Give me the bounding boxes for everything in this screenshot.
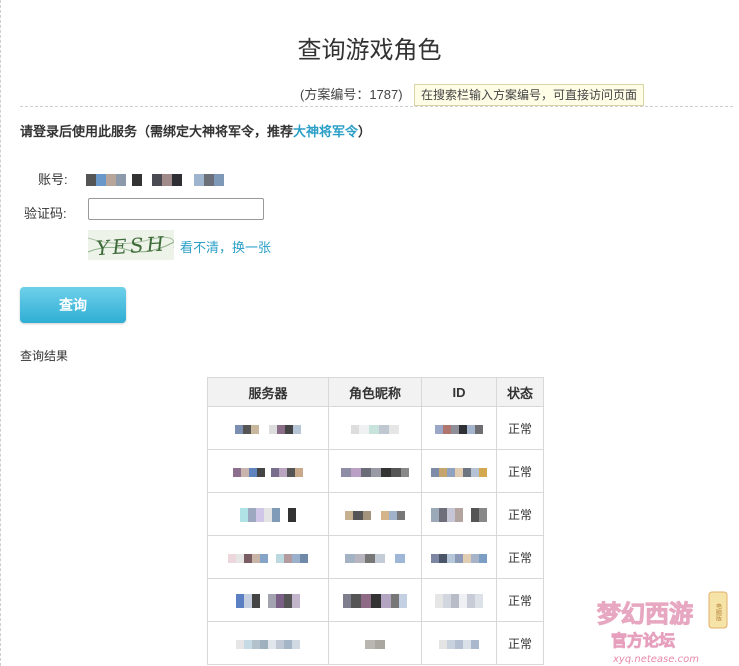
table-row: 正常: [207, 535, 544, 579]
server-cell-masked: [207, 535, 329, 579]
server-cell-masked: [207, 449, 329, 493]
nickname-cell-masked: [328, 492, 422, 536]
nickname-cell-masked: [328, 578, 422, 622]
logo-sub-text: 官方论坛: [611, 631, 675, 650]
dashen-link[interactable]: 大神将军令: [293, 124, 358, 139]
server-cell-masked: [207, 578, 329, 622]
nickname-cell-masked: [328, 406, 422, 450]
table-row: 正常: [207, 449, 544, 493]
status-cell: 正常: [496, 578, 544, 622]
notice-suffix: ）: [358, 124, 372, 139]
nickname-cell-masked: [328, 449, 422, 493]
refresh-captcha-link[interactable]: 看不清，换一张: [180, 237, 271, 256]
id-cell-masked: [421, 535, 497, 579]
fantasy-westward-journey-logo: 梦幻西游 电脑版 官方论坛 xyq.netease.com: [597, 591, 728, 665]
page-title: 查询游戏角色: [297, 37, 442, 64]
nickname-cell-masked: [328, 621, 422, 665]
notice-prefix: 请登录后使用此服务（需绑定大神将军令，推荐: [20, 124, 294, 139]
id-cell-masked: [421, 621, 497, 665]
table-row: 正常: [207, 406, 544, 450]
captcha-image[interactable]: YESH: [88, 230, 174, 260]
results-title: 查询结果: [20, 349, 69, 363]
id-cell-masked: [421, 492, 497, 536]
status-cell: 正常: [496, 621, 544, 665]
table-row: 正常: [207, 578, 544, 622]
logo-main-text: 梦幻西游: [597, 600, 693, 628]
query-button[interactable]: 查询: [20, 287, 126, 323]
col-header-status: 状态: [496, 377, 544, 407]
logo-badge: 电脑版: [715, 602, 722, 622]
id-cell-masked: [421, 406, 497, 450]
server-cell-masked: [207, 492, 329, 536]
id-cell-masked: [421, 449, 497, 493]
status-cell: 正常: [496, 406, 544, 450]
status-cell: 正常: [496, 492, 544, 536]
col-header-nickname: 角色昵称: [328, 377, 422, 407]
server-cell-masked: [207, 621, 329, 665]
account-label: 账号:: [38, 172, 68, 187]
col-header-id: ID: [421, 377, 497, 407]
divider: [20, 106, 733, 107]
table-row: 正常: [207, 492, 544, 536]
captcha-input[interactable]: [88, 198, 264, 220]
status-cell: 正常: [496, 449, 544, 493]
id-cell-masked: [421, 578, 497, 622]
status-cell: 正常: [496, 535, 544, 579]
scheme-number: (方案编号：1787): [300, 87, 403, 102]
logo-url: xyq.netease.com: [612, 654, 699, 665]
table-row: 正常: [207, 621, 544, 665]
captcha-label: 验证码:: [24, 206, 67, 221]
login-notice: 请登录后使用此服务（需绑定大神将军令，推荐大神将军令）: [20, 121, 371, 140]
left-border: [0, 0, 1, 666]
account-value-masked: [86, 174, 224, 186]
nickname-cell-masked: [328, 535, 422, 579]
captcha-text: YESH: [95, 231, 167, 260]
results-table: 服务器 角色昵称 ID 状态 正常 正常 正常 正常 正常 正常: [207, 377, 544, 665]
scheme-tip: 在搜索栏输入方案编号，可直接访问页面: [414, 84, 645, 106]
col-header-server: 服务器: [207, 377, 329, 407]
server-cell-masked: [207, 406, 329, 450]
